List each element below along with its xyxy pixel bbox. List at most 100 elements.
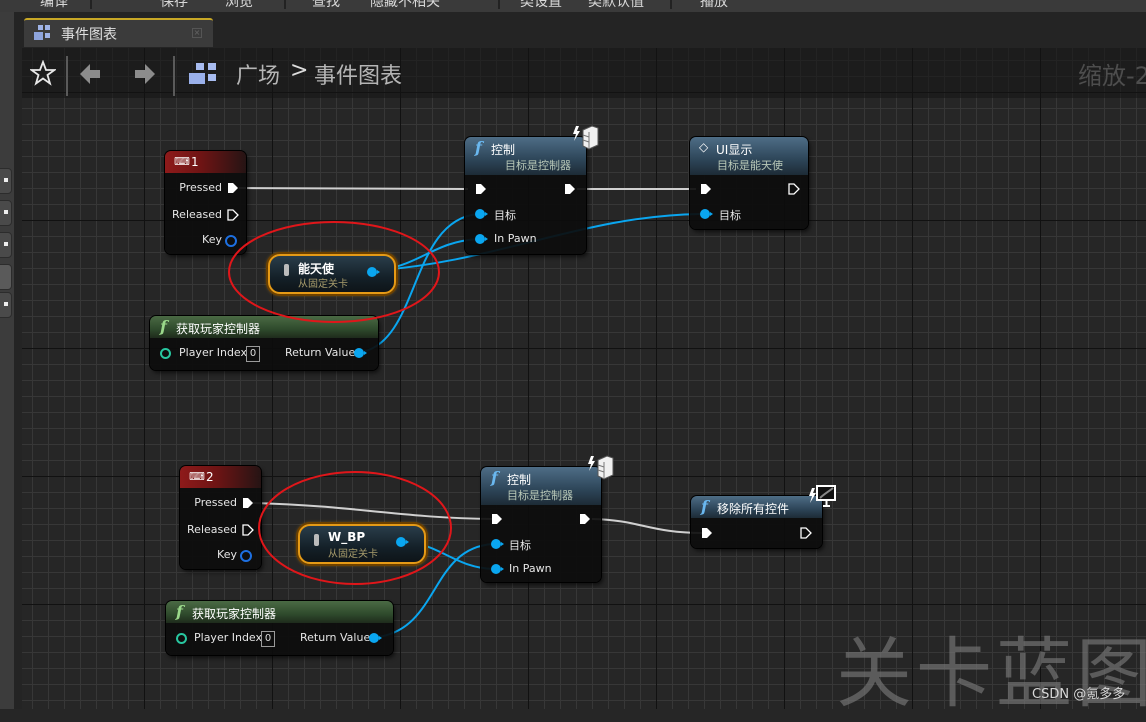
possess-node[interactable]: f 控制 目标是控制器 目标 In Pawn xyxy=(465,137,586,254)
data-in-pin[interactable] xyxy=(491,564,504,574)
zoom-level-label: 缩放-2 xyxy=(1078,62,1146,90)
node-title: 2 xyxy=(206,470,214,484)
authority-server-icon xyxy=(573,125,599,150)
browse-button[interactable]: 浏览 xyxy=(225,0,253,11)
hide-unrelated-button[interactable]: 隐藏不相关 xyxy=(370,0,440,11)
star-icon[interactable] xyxy=(30,60,56,86)
exec-in-pin[interactable] xyxy=(701,527,713,539)
node-header: ⌨ 1 xyxy=(165,151,246,173)
pin-label: Player Index xyxy=(179,346,248,359)
node-subtitle: 目标是控制器 xyxy=(507,489,573,502)
get-player-controller-node[interactable]: f 获取玩家控制器 Player Index 0 Return Value xyxy=(166,601,393,655)
node-title: 1 xyxy=(191,155,199,169)
node-header: f 移除所有控件 xyxy=(691,496,822,518)
tab-event-graph[interactable]: 事件图表 × xyxy=(24,18,213,47)
play-button[interactable]: 播放 xyxy=(700,0,728,11)
pin-label: Return Value xyxy=(300,631,371,644)
save-button[interactable]: 保存 xyxy=(160,0,188,11)
variable-subtitle: 从固定关卡 xyxy=(298,279,348,290)
data-out-pin[interactable] xyxy=(354,348,367,358)
int-input-pin[interactable] xyxy=(176,633,187,644)
data-in-pin[interactable] xyxy=(700,209,713,219)
node-title: 移除所有控件 xyxy=(717,502,790,516)
exec-out-pin[interactable] xyxy=(564,183,576,195)
node-header: f 获取玩家控制器 xyxy=(150,316,378,338)
pin-label: 目标 xyxy=(494,209,516,222)
player-index-input[interactable]: 0 xyxy=(261,631,275,647)
function-icon: f xyxy=(475,138,482,157)
exec-in-pin[interactable] xyxy=(700,183,712,195)
authority-server-icon xyxy=(588,455,614,480)
possess-node[interactable]: f 控制 目标是控制器 目标 In Pawn xyxy=(481,467,601,582)
function-icon: f xyxy=(176,602,183,621)
key-pin[interactable] xyxy=(240,550,252,562)
data-in-pin[interactable] xyxy=(491,539,504,549)
node-header: f 控制 目标是控制器 xyxy=(465,137,586,175)
key-event-node[interactable]: ⌨ 1 Pressed Released Key xyxy=(165,151,246,254)
arrow-right-icon[interactable] xyxy=(131,61,157,87)
pin-label: Released xyxy=(172,208,222,221)
data-in-pin[interactable] xyxy=(475,234,488,244)
data-in-pin[interactable] xyxy=(475,209,488,219)
int-input-pin[interactable] xyxy=(160,348,171,359)
variable-node[interactable]: W_BP 从固定关卡 xyxy=(298,524,426,564)
key-pin[interactable] xyxy=(225,235,237,247)
pin-label: Released xyxy=(187,523,237,536)
variable-icon xyxy=(314,534,319,546)
exec-out-pin[interactable] xyxy=(788,183,800,195)
side-tab-button[interactable] xyxy=(0,264,12,290)
exec-out-pin[interactable] xyxy=(227,209,239,221)
arrow-left-icon[interactable] xyxy=(78,61,104,87)
pin-label: Player Index xyxy=(194,631,263,644)
class-settings-button[interactable]: 类设置 xyxy=(520,0,562,11)
pin-label: Return Value xyxy=(285,346,356,359)
ui-show-node[interactable]: ◇ UI显示 目标是能天使 目标 xyxy=(690,137,808,229)
exec-in-pin[interactable] xyxy=(475,183,487,195)
find-button[interactable]: 查找 xyxy=(312,0,340,11)
exec-out-pin[interactable] xyxy=(242,497,254,509)
data-out-pin[interactable] xyxy=(367,267,380,277)
node-subtitle: 目标是控制器 xyxy=(505,159,571,172)
data-out-pin[interactable] xyxy=(396,537,409,547)
node-header: f 获取玩家控制器 xyxy=(166,601,393,623)
remove-all-widgets-node[interactable]: f 移除所有控件 xyxy=(691,496,822,548)
side-tab-button[interactable] xyxy=(0,168,12,194)
side-tab-button[interactable] xyxy=(0,292,12,318)
keyboard-icon: ⌨ xyxy=(189,470,205,483)
keyboard-icon: ⌨ xyxy=(174,155,190,168)
exec-out-pin[interactable] xyxy=(242,524,254,536)
key-event-node[interactable]: ⌨ 2 Pressed Released Key xyxy=(180,466,261,569)
node-header: f 控制 目标是控制器 xyxy=(481,467,601,505)
credit-watermark: CSDN @氪多多 xyxy=(1032,687,1126,702)
pin-label: 目标 xyxy=(509,539,531,552)
exec-in-pin[interactable] xyxy=(491,513,503,525)
side-tab-button[interactable] xyxy=(0,200,12,226)
exec-out-pin[interactable] xyxy=(227,182,239,194)
node-header: ⌨ 2 xyxy=(180,466,261,488)
node-title: UI显示 xyxy=(716,143,753,157)
pin-label: In Pawn xyxy=(494,232,537,245)
node-title: 控制 xyxy=(491,143,516,157)
compile-button[interactable]: 编译 xyxy=(40,0,68,11)
event-icon: ◇ xyxy=(699,140,709,154)
exec-out-pin[interactable] xyxy=(800,527,812,539)
data-out-pin[interactable] xyxy=(369,633,382,643)
nav-divider xyxy=(66,56,68,96)
class-defaults-button[interactable]: 类默认值 xyxy=(588,0,644,11)
variable-subtitle: 从固定关卡 xyxy=(328,549,378,560)
player-index-input[interactable]: 0 xyxy=(246,346,260,362)
pin-label: In Pawn xyxy=(509,562,552,575)
exec-out-pin[interactable] xyxy=(579,513,591,525)
toolbar-divider xyxy=(284,0,286,9)
get-player-controller-node[interactable]: f 获取玩家控制器 Player Index 0 Return Value xyxy=(150,316,378,370)
close-icon[interactable]: × xyxy=(192,28,202,38)
side-tab-button[interactable] xyxy=(0,232,12,258)
node-subtitle: 目标是能天使 xyxy=(717,159,783,172)
breadcrumb-current: 事件图表 xyxy=(314,64,403,89)
variable-icon xyxy=(284,264,289,276)
tab-label: 事件图表 xyxy=(61,27,117,43)
left-side-panel xyxy=(0,12,14,709)
breadcrumb-level[interactable]: 广场 xyxy=(236,58,280,90)
variable-node[interactable]: 能天使 从固定关卡 xyxy=(268,254,396,294)
function-icon: f xyxy=(701,497,708,516)
